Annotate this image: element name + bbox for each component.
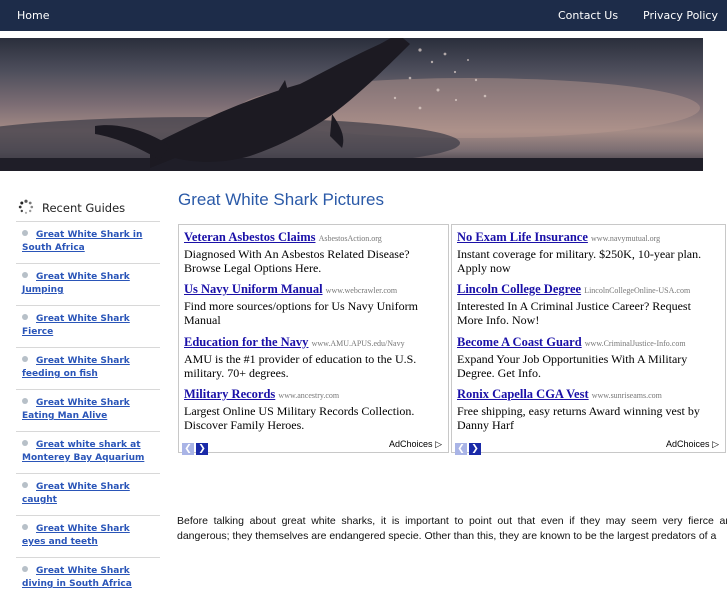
ad-url: www.ancestry.com: [278, 391, 340, 400]
ad-description: Largest Online US Military Records Colle…: [184, 404, 415, 432]
ad-url: www.CriminalJustice-Info.com: [584, 339, 686, 348]
ad-description: Instant coverage for military. $250K, 10…: [457, 247, 702, 275]
top-nav-bar: Home Contact Us Privacy Policy: [0, 0, 727, 31]
spinner-icon: [18, 199, 34, 219]
list-item: Great White Shark Eating Man Alive: [16, 389, 160, 431]
ad-unit: Veteran Asbestos Claims AsbestosAction.o…: [184, 229, 444, 275]
list-item: Great White Shark caught: [16, 473, 160, 515]
nav-privacy-link[interactable]: Privacy Policy: [643, 9, 718, 22]
ad-description: AMU is the #1 provider of education to t…: [184, 352, 417, 380]
ad-pager: ❮ ❯: [182, 438, 210, 455]
adchoices-label: AdChoices: [389, 439, 433, 449]
guide-link[interactable]: Great White Shark Jumping: [22, 272, 130, 295]
guide-link[interactable]: Great White Shark caught: [22, 482, 130, 505]
adchoices-label: AdChoices: [666, 439, 710, 449]
ad-description: Diagnosed With An Asbestos Related Disea…: [184, 247, 410, 275]
guide-link[interactable]: Great white shark at Monterey Bay Aquari…: [22, 440, 144, 463]
guide-link[interactable]: Great White Shark Eating Man Alive: [22, 398, 130, 421]
bullet-icon: [22, 272, 28, 278]
page-title: Great White Shark Pictures: [178, 190, 384, 209]
nav-contact-link[interactable]: Contact Us: [558, 9, 618, 22]
list-item: Great White Shark in South Africa: [16, 221, 160, 263]
ad-title-link[interactable]: Lincoln College Degree: [457, 282, 581, 296]
ad-title-link[interactable]: No Exam Life Insurance: [457, 230, 588, 244]
bullet-icon: [22, 230, 28, 236]
ad-url: AsbestosAction.org: [318, 234, 382, 243]
ad-unit: Us Navy Uniform Manual www.webcrawler.co…: [184, 281, 444, 327]
guide-link[interactable]: Great White Shark Fierce: [22, 314, 130, 337]
ad-unit: Ronix Capella CGA Vest www.sunriseams.co…: [457, 386, 717, 432]
list-item: Great white shark at Monterey Bay Aquari…: [16, 431, 160, 473]
adchoices-icon: ▷: [712, 439, 719, 449]
bullet-icon: [22, 440, 28, 446]
ad-title-link[interactable]: Ronix Capella CGA Vest: [457, 387, 589, 401]
ad-url: LincolnCollegeOnline-USA.com: [584, 286, 691, 295]
bullet-icon: [22, 482, 28, 488]
adchoices-icon: ▷: [435, 439, 442, 449]
list-item: Great White Shark Jumping: [16, 263, 160, 305]
bullet-icon: [22, 356, 28, 362]
ad-url: www.navymutual.org: [591, 234, 661, 243]
ad-url: www.webcrawler.com: [325, 286, 398, 295]
next-arrow-icon[interactable]: ❯: [196, 443, 208, 455]
ad-description: Interested In A Criminal Justice Career?…: [457, 299, 691, 327]
sidebar-header: Recent Guides: [16, 195, 160, 221]
ad-title-link[interactable]: Veteran Asbestos Claims: [184, 230, 315, 244]
nav-home-link[interactable]: Home: [17, 9, 49, 22]
adchoices-link[interactable]: AdChoices ▷: [666, 439, 719, 450]
previous-arrow-icon[interactable]: ❮: [455, 443, 467, 455]
list-item: Great White Shark diving in South Africa: [16, 557, 160, 599]
ad-title-link[interactable]: Military Records: [184, 387, 275, 401]
list-item: Great White Shark feeding on fish: [16, 347, 160, 389]
ad-description: Find more sources/options for Us Navy Un…: [184, 299, 418, 327]
ad-block-right: No Exam Life Insurance www.navymutual.or…: [451, 224, 726, 455]
guide-link[interactable]: Great White Shark feeding on fish: [22, 356, 130, 379]
ad-unit: Lincoln College Degree LincolnCollegeOnl…: [457, 281, 717, 327]
ad-pager: ❮ ❯: [455, 438, 483, 455]
ad-unit: Education for the Navy www.AMU.APUS.edu/…: [184, 334, 444, 380]
guide-link[interactable]: Great White Shark in South Africa: [22, 230, 142, 253]
bullet-icon: [22, 314, 28, 320]
previous-arrow-icon[interactable]: ❮: [182, 443, 194, 455]
ad-description: Expand Your Job Opportunities With A Mil…: [457, 352, 688, 380]
bullet-icon: [22, 566, 28, 572]
guide-link[interactable]: Great White Shark diving in South Africa: [22, 566, 132, 589]
ad-title-link[interactable]: Education for the Navy: [184, 335, 308, 349]
guide-link[interactable]: Great White Shark eyes and teeth: [22, 524, 130, 547]
list-item: Great White Shark Fierce: [16, 305, 160, 347]
sidebar-title: Recent Guides: [42, 201, 126, 215]
hero-banner-image: [0, 38, 703, 171]
bullet-icon: [22, 524, 28, 530]
ad-url: www.sunriseams.com: [591, 391, 662, 400]
next-arrow-icon[interactable]: ❯: [469, 443, 481, 455]
ad-block-left: Veteran Asbestos Claims AsbestosAction.o…: [178, 224, 449, 455]
ad-unit: Military Records www.ancestry.com Larges…: [184, 386, 444, 432]
ad-unit: Become A Coast Guard www.CriminalJustice…: [457, 334, 717, 380]
ad-title-link[interactable]: Us Navy Uniform Manual: [184, 282, 323, 296]
bullet-icon: [22, 398, 28, 404]
sidebar: Recent Guides Great White Shark in South…: [16, 195, 160, 599]
article-body: Before talking about great white sharks,…: [177, 515, 727, 542]
ad-description: Free shipping, easy returns Award winnin…: [457, 404, 700, 432]
list-item: Great White Shark eyes and teeth: [16, 515, 160, 557]
ad-title-link[interactable]: Become A Coast Guard: [457, 335, 582, 349]
ad-url: www.AMU.APUS.edu/Navy: [311, 339, 405, 348]
adchoices-link[interactable]: AdChoices ▷: [389, 439, 442, 450]
ad-unit: No Exam Life Insurance www.navymutual.or…: [457, 229, 717, 275]
